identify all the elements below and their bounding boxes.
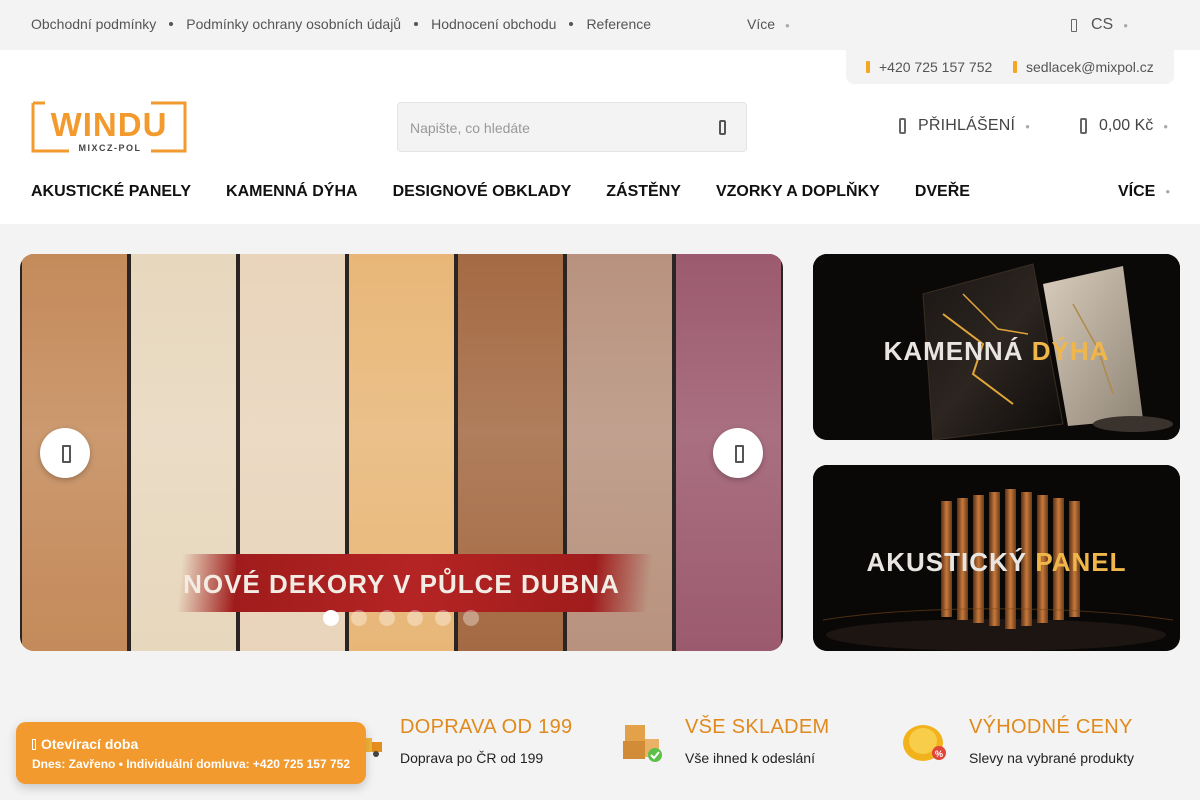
link-references[interactable]: Reference — [586, 16, 651, 32]
phone-icon — [866, 61, 870, 73]
benefit-shipping: DOPRAVA OD 199 Doprava po ČR od 199 — [400, 716, 572, 766]
globe-icon — [1071, 18, 1077, 32]
cart-total: 0,00 Kč — [1099, 117, 1154, 134]
slider-dot[interactable] — [379, 610, 395, 626]
nav-samples-accessories[interactable]: VZORKY A DOPLŇKY — [716, 183, 880, 201]
clock-icon — [32, 738, 36, 750]
benefit-stock: VŠE SKLADEM Vše ihned k odeslání — [685, 716, 829, 766]
chevron-down-icon: ● — [1165, 187, 1171, 197]
separator-dot — [169, 22, 174, 26]
logo-subtext: MIXCZ-POL — [79, 143, 142, 153]
benefit-prices: VÝHODNÉ CENY Slevy na vybrané produkty — [969, 716, 1134, 766]
nav-more-label: VÍCE — [1118, 183, 1156, 200]
separator-dot — [569, 22, 574, 26]
banner-acoustic-panel[interactable]: AKUSTICKÝ PANEL — [813, 465, 1180, 651]
opening-hours-title: Otevírací doba — [32, 736, 138, 752]
nav-partitions[interactable]: ZÁSTĚNY — [606, 183, 681, 201]
chevron-down-icon: ● — [1123, 20, 1129, 30]
contact-phone[interactable]: +420 725 157 752 — [866, 59, 992, 75]
benefit-prices-text: Slevy na vybrané produkty — [969, 750, 1134, 766]
nav-acoustic-panels[interactable]: AKUSTICKÉ PANELY — [31, 183, 191, 201]
utility-more-button[interactable]: Více ● — [747, 16, 790, 32]
slider-dot[interactable] — [351, 610, 367, 626]
banner-stone-veneer-title: KAMENNÁ DÝHA — [813, 336, 1180, 367]
chevron-down-icon: ● — [1025, 121, 1031, 131]
chevron-down-icon: ● — [785, 20, 790, 30]
user-icon — [899, 118, 906, 134]
contact-email-text: sedlacek@mixpol.cz — [1026, 59, 1154, 75]
top-utility-bar: Obchodní podmínky Podmínky ochrany osobn… — [0, 0, 1200, 50]
search-icon[interactable] — [719, 120, 726, 135]
search-box — [397, 102, 747, 152]
benefit-stock-title: VŠE SKLADEM — [685, 716, 830, 738]
slider-dot[interactable] — [323, 610, 339, 626]
separator-dot — [414, 22, 419, 26]
banner-stone-veneer[interactable]: KAMENNÁ DÝHA — [813, 254, 1180, 440]
benefit-prices-title: VÝHODNÉ CENY — [969, 716, 1133, 738]
banner-1-word1: KAMENNÁ — [883, 336, 1024, 366]
opening-hours-title-text: Otevírací doba — [41, 736, 139, 752]
slider-prev-button[interactable] — [40, 428, 90, 478]
link-store-rating[interactable]: Hodnocení obchodu — [431, 16, 556, 32]
slide-caption: NOVÉ DEKORY V PŮLCE DUBNA — [183, 569, 620, 599]
slider-next-button[interactable] — [713, 428, 763, 478]
cart-button[interactable]: 0,00 Kč ● — [1080, 117, 1168, 135]
benefit-shipping-title: DOPRAVA OD 199 — [400, 716, 573, 738]
language-selector[interactable]: CS ● — [1071, 16, 1128, 34]
banner-1-word2: DÝHA — [1031, 336, 1110, 366]
banner-2-word1: AKUSTICKÝ — [866, 547, 1028, 577]
link-terms[interactable]: Obchodní podmínky — [31, 16, 156, 32]
link-privacy[interactable]: Podmínky ochrany osobních údajů — [186, 16, 401, 32]
opening-hours-widget[interactable]: Otevírací doba Dnes: Zavřeno • Individuá… — [16, 722, 366, 784]
utility-more-label: Více — [747, 16, 776, 32]
envelope-icon — [1013, 61, 1017, 73]
banner-2-word2: PANEL — [1035, 547, 1127, 577]
main-navigation: AKUSTICKÉ PANELY KAMENNÁ DÝHA DESIGNOVÉ … — [31, 183, 1005, 201]
chevron-down-icon: ● — [1163, 121, 1169, 131]
slider-dot[interactable] — [407, 610, 423, 626]
logo-graphic: WINDU MIXCZ-POL — [31, 101, 187, 153]
nav-design-cladding[interactable]: DESIGNOVÉ OBKLADY — [393, 183, 572, 201]
login-label: PŘIHLÁŠENÍ — [918, 117, 1016, 134]
contact-email[interactable]: sedlacek@mixpol.cz — [1013, 59, 1154, 75]
slider-dot[interactable] — [435, 610, 451, 626]
banner-acoustic-panel-title: AKUSTICKÝ PANEL — [813, 547, 1180, 578]
contact-bar: +420 725 157 752 sedlacek@mixpol.cz — [846, 50, 1174, 84]
contact-phone-text: +420 725 157 752 — [879, 59, 993, 75]
slider-dots — [323, 610, 491, 626]
svg-text:%: % — [935, 749, 943, 759]
benefit-shipping-text: Doprava po ČR od 199 — [400, 750, 544, 766]
opening-hours-text: Dnes: Zavřeno • Individuální domluva: +4… — [32, 757, 350, 771]
site-logo[interactable]: WINDU MIXCZ-POL — [31, 101, 187, 153]
nav-more-button[interactable]: VÍCE ● — [1118, 183, 1170, 201]
hero-slider[interactable]: NOVÉ DEKORY V PŮLCE DUBNA — [20, 254, 783, 651]
slider-dot[interactable] — [463, 610, 479, 626]
nav-doors[interactable]: DVEŘE — [915, 183, 970, 201]
login-button[interactable]: PŘIHLÁŠENÍ ● — [899, 117, 1030, 135]
nav-stone-veneer[interactable]: KAMENNÁ DÝHA — [226, 183, 358, 201]
boxes-icon — [623, 725, 662, 762]
coin-icon: % — [903, 725, 946, 761]
logo-text: WINDU — [51, 106, 168, 143]
cart-icon — [1080, 118, 1087, 134]
search-input[interactable] — [410, 117, 700, 139]
benefit-stock-text: Vše ihned k odeslání — [685, 750, 815, 766]
utility-links: Obchodní podmínky Podmínky ochrany osobn… — [31, 16, 790, 32]
language-label: CS — [1091, 16, 1114, 33]
